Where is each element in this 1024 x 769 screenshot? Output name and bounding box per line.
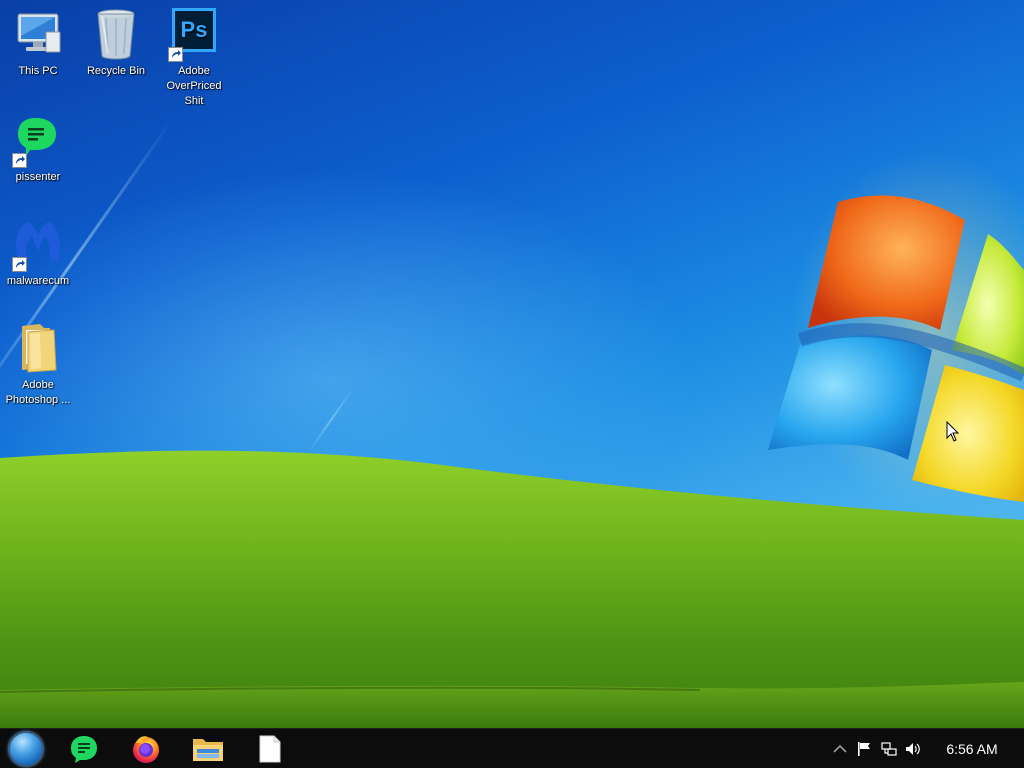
recycle-bin-icon [88,6,144,62]
desktop-icon-this-pc[interactable]: This PC [0,6,76,79]
desktop-icon-pissenter[interactable]: pissenter [0,112,76,185]
shortcut-arrow-icon [12,257,27,272]
computer-icon [10,6,66,62]
taskbar-file-explorer[interactable] [182,729,234,769]
photoshop-icon: Ps [166,6,222,62]
desktop-icon-label: Adobe Photoshop ... [5,379,71,406]
mouse-cursor-icon [946,421,960,442]
taskbar-clock[interactable]: 6:56 AM [936,729,1008,769]
desktop-icon-label: Adobe OverPriced Shit [166,65,222,107]
desktop-icon-malwarecum[interactable]: malwarecum [0,216,76,289]
chevron-up-icon[interactable] [832,740,848,758]
chat-app-icon [71,736,97,763]
desktop-icon-label: Recycle Bin [86,65,146,77]
taskbar-document[interactable] [244,729,296,769]
shortcut-arrow-icon [168,47,183,62]
flag-icon[interactable] [856,740,872,758]
desktop-icon-label: This PC [18,65,58,77]
start-orb-icon [8,731,44,767]
desktop[interactable]: This PC Recycle Bin Ps Adobe OverPriced … [0,0,1024,728]
taskbar: 6:56 AM [0,728,1024,768]
shortcut-arrow-icon [12,153,27,168]
taskbar-firefox[interactable] [120,729,172,769]
network-icon[interactable] [880,740,898,758]
volume-icon[interactable] [904,740,922,758]
desktop-icon-label: pissenter [15,171,61,183]
blank-document-icon [259,735,281,763]
taskbar-chat-app[interactable] [58,729,110,769]
windows-logo [768,150,1024,510]
file-explorer-icon [193,739,223,761]
desktop-icon-photoshop-folder[interactable]: Adobe Photoshop ... [0,320,76,408]
start-button[interactable] [0,729,52,769]
desktop-icon-label: malwarecum [6,275,70,287]
desktop-icon-recycle-bin[interactable]: Recycle Bin [78,6,154,79]
chat-app-icon [10,112,66,168]
firefox-icon [133,736,159,763]
folder-icon [10,320,66,376]
desktop-icon-photoshop-shortcut[interactable]: Ps Adobe OverPriced Shit [156,6,232,109]
malwarebytes-icon [10,216,66,272]
